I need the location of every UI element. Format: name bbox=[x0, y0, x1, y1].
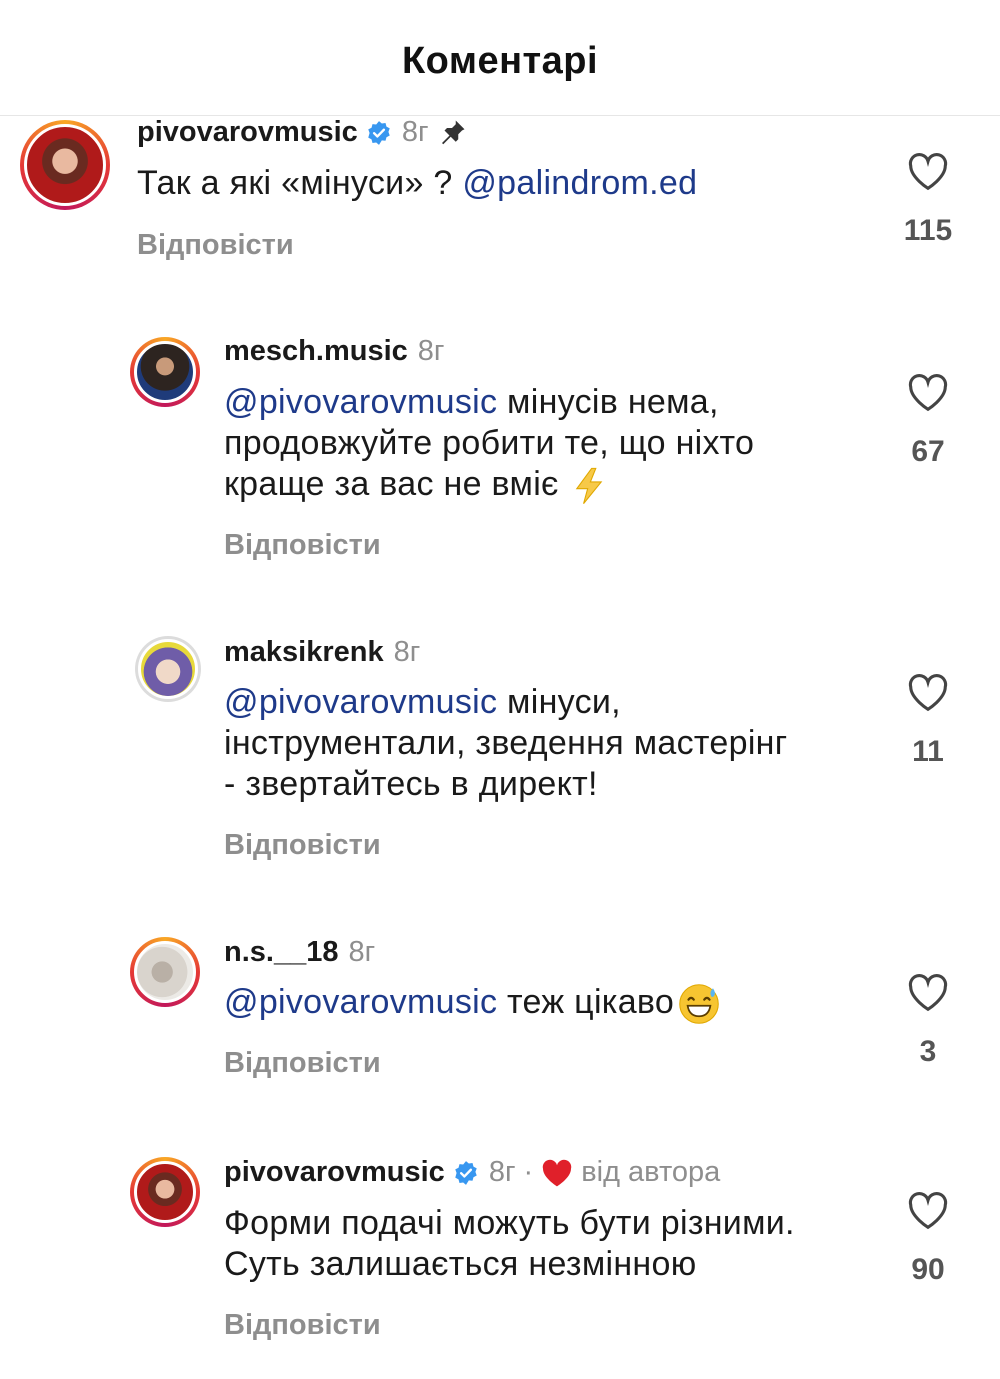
like-count: 115 bbox=[903, 214, 953, 247]
reply-button[interactable]: Відповісти bbox=[224, 529, 381, 562]
comment-meta: n.s.__18 8г bbox=[224, 936, 375, 969]
liked-by-author-label: від автора bbox=[581, 1156, 721, 1188]
comment-time: 8г bbox=[488, 1156, 516, 1188]
comment-time: 8г bbox=[401, 116, 429, 148]
avatar[interactable] bbox=[130, 937, 200, 1007]
username[interactable]: n.s.__18 bbox=[224, 936, 338, 969]
comment-time: 8г bbox=[348, 936, 376, 968]
username[interactable]: mesch.music bbox=[224, 335, 408, 368]
like-count: 3 bbox=[919, 1035, 937, 1068]
grinning-sweat-emoji-icon bbox=[679, 984, 719, 1024]
comment-body: - звертайтесь в директ! bbox=[224, 765, 598, 803]
comment-body: Суть залишається незмінною bbox=[224, 1245, 697, 1283]
avatar-image bbox=[134, 941, 196, 1003]
comment-text: @pivovarovmusic мінуси, інструментали, з… bbox=[224, 682, 787, 805]
heart-outline-icon[interactable] bbox=[906, 151, 950, 191]
verified-badge-icon bbox=[368, 120, 390, 145]
page-title: Коментарі bbox=[401, 40, 599, 82]
heart-filled-icon bbox=[543, 1159, 572, 1186]
comment-body: Форми подачі можуть бути різними. bbox=[224, 1204, 795, 1242]
comment-text: @pivovarovmusic мінусів нема, продовжуйт… bbox=[224, 382, 754, 505]
reply-button[interactable]: Відповісти bbox=[224, 1309, 381, 1342]
comment-time: 8г bbox=[417, 335, 445, 367]
heart-outline-icon[interactable] bbox=[906, 972, 950, 1012]
comment-body: теж цікаво bbox=[497, 983, 675, 1021]
avatar[interactable] bbox=[20, 120, 110, 210]
heart-outline-icon[interactable] bbox=[906, 672, 950, 712]
avatar-image bbox=[24, 124, 106, 206]
verified-badge-icon bbox=[455, 1160, 477, 1185]
mention-link[interactable]: @palindrom.ed bbox=[462, 164, 697, 202]
comment-text: @pivovarovmusic теж цікаво bbox=[224, 982, 720, 1025]
comment-body: мінуси, bbox=[497, 683, 621, 721]
mention-link[interactable]: @pivovarovmusic bbox=[224, 383, 497, 421]
heart-outline-icon[interactable] bbox=[906, 1190, 950, 1230]
avatar[interactable] bbox=[130, 337, 200, 407]
comment-body: продовжуйте робити те, що ніхто bbox=[224, 424, 755, 462]
mention-link[interactable]: @pivovarovmusic bbox=[224, 683, 497, 721]
avatar-image bbox=[134, 341, 196, 403]
like-count: 67 bbox=[911, 435, 945, 468]
comment-meta: mesch.music 8г bbox=[224, 335, 444, 368]
pin-icon bbox=[441, 120, 465, 144]
comment-text: Форми подачі можуть бути різними. Суть з… bbox=[224, 1203, 795, 1285]
separator-dot: · bbox=[523, 1156, 534, 1188]
comment-time: 8г bbox=[393, 636, 421, 668]
like-count: 90 bbox=[911, 1253, 945, 1286]
comment-meta: pivovarovmusic 8г bbox=[137, 116, 467, 149]
avatar-image bbox=[138, 639, 198, 699]
avatar-image bbox=[134, 1161, 196, 1223]
lightning-emoji-icon bbox=[576, 467, 603, 505]
heart-outline-icon[interactable] bbox=[906, 372, 950, 412]
username[interactable]: pivovarovmusic bbox=[137, 116, 358, 149]
avatar[interactable] bbox=[130, 1157, 200, 1227]
reply-button[interactable]: Відповісти bbox=[137, 229, 294, 262]
comment-meta: pivovarovmusic 8г · від автора bbox=[224, 1156, 720, 1189]
comments-header: Коментарі bbox=[0, 0, 1000, 116]
comment-body: мінусів нема, bbox=[497, 383, 719, 421]
reply-button[interactable]: Відповісти bbox=[224, 1047, 381, 1080]
comment-body: інструментали, зведення мастерінг bbox=[224, 724, 788, 762]
comment-body: Так а які «мінуси» ? bbox=[137, 164, 463, 202]
comment-meta: maksikrenk 8г bbox=[224, 636, 420, 669]
avatar[interactable] bbox=[135, 636, 201, 702]
comment-body: краще за вас не вміє bbox=[224, 465, 569, 503]
comment-text: Так а які «мінуси» ? @palindrom.ed bbox=[137, 163, 697, 204]
mention-link[interactable]: @pivovarovmusic bbox=[224, 983, 497, 1021]
like-count: 11 bbox=[912, 735, 944, 768]
reply-button[interactable]: Відповісти bbox=[224, 829, 381, 862]
username[interactable]: maksikrenk bbox=[224, 636, 384, 669]
username[interactable]: pivovarovmusic bbox=[224, 1156, 445, 1189]
